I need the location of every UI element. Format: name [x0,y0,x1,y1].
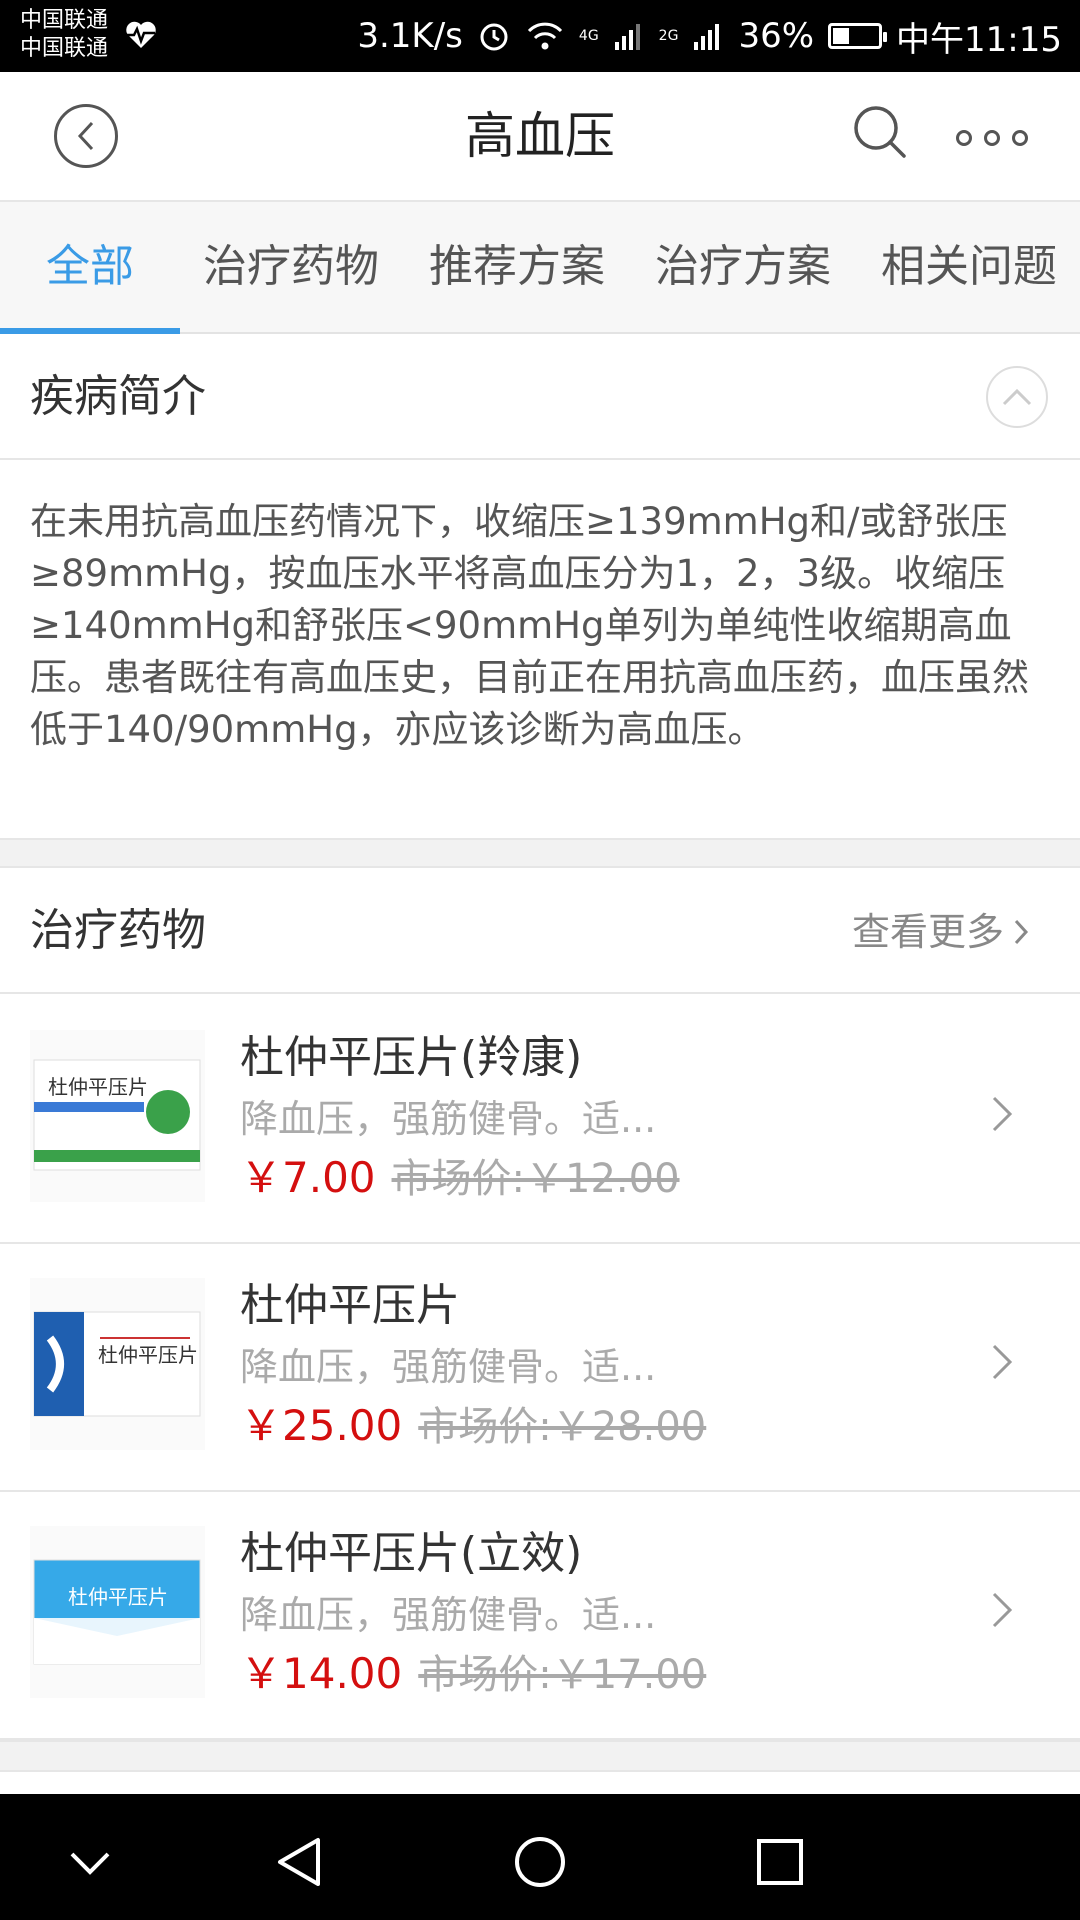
market-price: 市场价:￥17.00 [418,1652,707,1698]
carrier-2: 中国联通 [20,36,109,61]
more-dots-icon [984,130,1000,146]
view-more-link[interactable]: 查看更多 [852,902,1030,962]
medicine-box-icon: 杜仲平压片 [33,1559,201,1665]
chevron-down-icon[interactable] [60,1832,120,1892]
drug-row[interactable]: 杜仲平压片 杜仲平压片(羚康) 降血压，强筋健骨。适... ￥7.00 市场价:￥… [0,996,1080,1244]
page-title: 高血压 [465,107,615,165]
drug-name: 杜仲平压片 [240,1280,460,1331]
medicine-box-icon: 杜仲平压片 [33,1311,201,1417]
more-options-button[interactable] [956,108,1066,168]
chevron-right-icon [1014,919,1029,945]
drugs-header: 治疗药物 查看更多 [0,868,1080,994]
network-type-1: 4G [578,28,599,44]
section-title: 疾病简介 [30,371,206,422]
drug-description: 降血压，强筋健骨。适... [240,1345,657,1389]
section-title: 治疗药物 [30,905,206,956]
recent-apps-icon[interactable] [750,1832,810,1892]
intro-header: 疾病简介 [0,334,1080,460]
medicine-box-icon: 杜仲平压片 [33,1059,201,1171]
chevron-right-icon [992,1096,1013,1132]
drug-price: ￥25.00 [240,1401,403,1450]
more-dots-icon [1012,130,1028,146]
tab-all[interactable]: 全部 [0,202,180,332]
battery-percent: 36% [738,16,815,56]
view-more-label: 查看更多 [851,910,1004,954]
chevron-right-icon [992,1592,1013,1628]
more-dots-icon [956,130,972,146]
status-bar: 中国联通 中国联通 3.1K/s 4G 2G 36% 中午11:15 [0,0,1080,72]
search-icon[interactable] [850,102,910,162]
drug-name: 杜仲平压片(羚康) [240,1032,583,1083]
alarm-icon [480,23,508,51]
section-divider [0,838,1080,868]
market-price: 市场价:￥12.00 [391,1156,680,1202]
section-divider [0,1740,1080,1772]
battery-icon [828,23,888,49]
clock: 中午11:15 [896,19,1062,60]
box-label: 杜仲平压片 [98,1343,198,1367]
carrier-1: 中国联通 [20,8,109,33]
chevron-right-icon [992,1344,1013,1380]
wifi-icon [527,22,562,50]
drug-image: 杜仲平压片 [30,1030,205,1202]
box-label: 杜仲平压片 [68,1585,168,1609]
category-tabs: 全部 治疗药物 推荐方案 治疗方案 相关问题 [0,202,1080,334]
drug-image: 杜仲平压片 [30,1278,205,1450]
drug-name: 杜仲平压片(立效) [240,1528,583,1579]
heartbeat-icon [126,21,156,48]
drug-image: 杜仲平压片 [30,1526,205,1698]
market-price: 市场价:￥28.00 [418,1404,707,1450]
tab-drugs[interactable]: 治疗药物 [186,202,396,332]
drug-row[interactable]: 杜仲平压片 杜仲平压片 降血压，强筋健骨。适... ￥25.00 市场价:￥28.… [0,1244,1080,1492]
drug-price: ￥7.00 [240,1153,376,1202]
system-navigation-bar [0,1794,1080,1920]
signal-icon [614,24,640,50]
box-label: 杜仲平压片 [48,1075,148,1099]
back-triangle-icon[interactable] [270,1832,330,1892]
drug-description: 降血压，强筋健骨。适... [240,1593,657,1637]
battery-level [833,28,849,44]
home-circle-icon[interactable] [510,1832,570,1892]
tab-related-questions[interactable]: 相关问题 [864,202,1074,332]
drug-row[interactable]: 杜仲平压片 杜仲平压片(立效) 降血压，强筋健骨。适... ￥14.00 市场价:… [0,1492,1080,1740]
drug-price: ￥14.00 [240,1649,403,1698]
network-type-2: 2G [658,28,679,44]
network-speed: 3.1K/s [357,16,463,56]
intro-text: 在未用抗高血压药情况下，收缩压≥139mmHg和/或舒张压≥89mmHg，按血压… [30,500,1029,751]
collapse-button[interactable] [986,366,1048,428]
tab-recommended-plans[interactable]: 推荐方案 [412,202,622,332]
tab-treatment-plans[interactable]: 治疗方案 [638,202,848,332]
drug-description: 降血压，强筋健骨。适... [240,1097,657,1141]
signal-icon [694,24,720,50]
navigation-bar: 高血压 [0,72,1080,202]
chevron-up-icon [1002,388,1032,406]
